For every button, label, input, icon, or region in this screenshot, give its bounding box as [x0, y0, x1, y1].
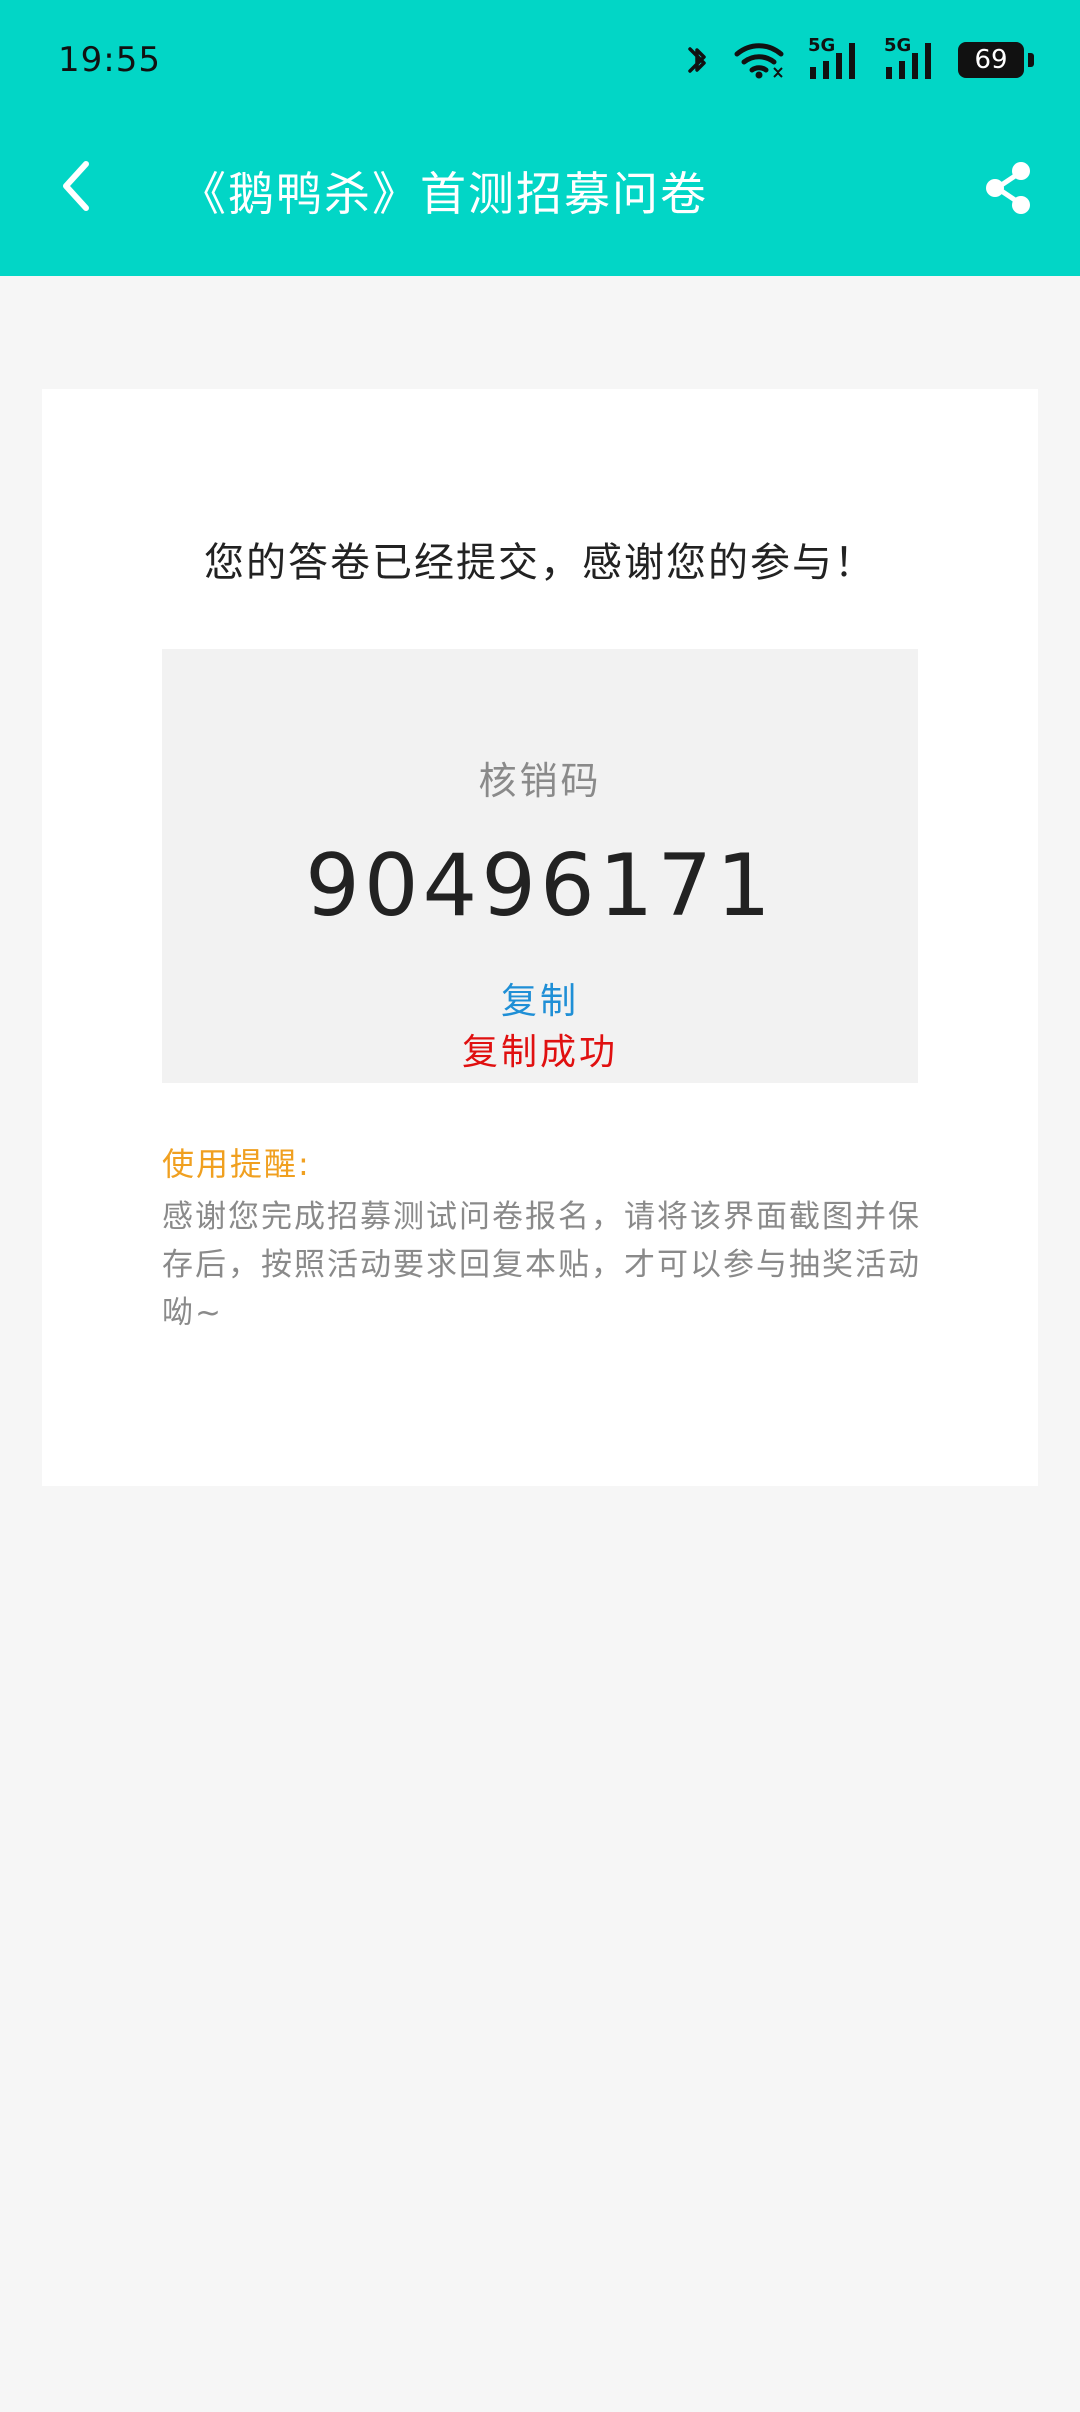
submission-card: 您的答卷已经提交，感谢您的参与！ 核销码 90496171 复制 复制成功 使用… — [42, 389, 1038, 1486]
battery-icon: 69 — [958, 42, 1034, 78]
tips-title: 使用提醒: — [162, 1145, 311, 1183]
verification-code-label: 核销码 — [478, 759, 602, 803]
status-bar: 19:55 5G 5G 69 — [0, 0, 1080, 124]
copy-button[interactable]: 复制 — [162, 972, 918, 1024]
copy-success-message: 复制成功 — [461, 1032, 618, 1073]
bluetooth-icon — [682, 39, 712, 81]
tips-text: 感谢您完成招募测试问卷报名，请将该界面截图并保存后，按照活动要求回复本贴，才可以… — [162, 1199, 921, 1331]
page-title: 《鹅鸭杀》首测招募问卷 — [180, 167, 708, 221]
app-bar: 《鹅鸭杀》首测招募问卷 — [0, 124, 1080, 276]
verification-code: 90496171 — [305, 836, 775, 936]
share-button[interactable] — [974, 154, 1042, 222]
submission-message: 您的答卷已经提交，感谢您的参与！ — [204, 540, 876, 586]
status-time: 19:55 — [58, 40, 161, 80]
verification-code-box: 核销码 90496171 复制 复制成功 — [162, 649, 918, 1083]
wifi-icon — [732, 39, 786, 81]
back-button[interactable] — [44, 154, 108, 218]
signal-5g-icon: 5G — [882, 35, 938, 81]
top-bar: 19:55 5G 5G 69 《鹅鸭杀》首测招募问卷 — [0, 0, 1080, 276]
signal-5g-icon: 5G — [806, 35, 862, 81]
status-icons: 5G 5G 69 — [682, 35, 1034, 84]
chevron-left-icon — [63, 161, 89, 211]
share-icon — [986, 162, 1030, 214]
battery-level: 69 — [974, 45, 1008, 75]
